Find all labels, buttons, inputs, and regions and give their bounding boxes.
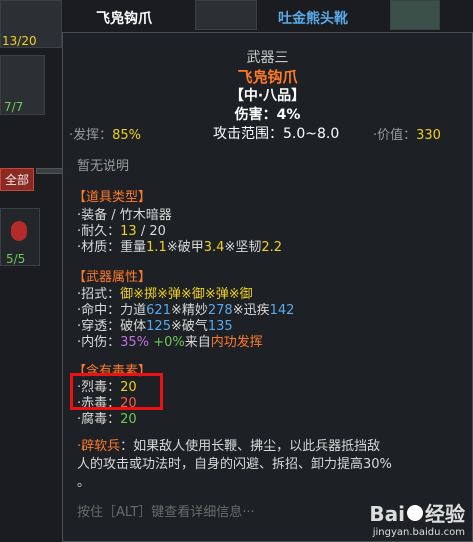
item-name: 飞凫钩爪	[237, 68, 298, 86]
watermark-brand: Bai 经验	[369, 498, 465, 527]
paw-icon	[407, 505, 423, 521]
material-weight-label: 重量	[120, 240, 147, 255]
slot-count-left: 7/7	[4, 100, 24, 114]
inner-label: ·内伤：	[77, 335, 121, 350]
item-slot-boots[interactable]	[195, 0, 257, 30]
tab-all[interactable]: 全部	[0, 168, 35, 191]
item-category: 武器三	[246, 50, 289, 66]
slot-count-bug: 5/5	[6, 252, 26, 266]
inner-source: 内功发挥	[210, 335, 263, 350]
no-description: 暂无说明	[77, 159, 130, 174]
hit-speed: 142	[269, 303, 295, 318]
inner-from: 来自	[184, 335, 211, 350]
hit-speed-label: ※迅疾	[232, 303, 270, 318]
item-slot-chest[interactable]	[390, 0, 440, 30]
desc-title: ·辟软兵	[77, 439, 121, 454]
swing-label: ·发挥：	[69, 128, 113, 143]
material-label: ·材质：	[77, 240, 121, 255]
watermark-brand-text: Bai	[369, 502, 405, 526]
inner-value: 35%	[120, 335, 150, 350]
item-damage: 伤害：4%	[234, 107, 301, 123]
item-tooltip: 武器三 飞凫钩爪 【中·八品】 伤害：4% ·发挥：85% 攻击范围：5.0~8…	[62, 32, 473, 542]
attack-range: 攻击范围：5.0~8.0	[213, 126, 340, 142]
bug-icon	[11, 221, 27, 241]
swing-value: 85%	[112, 128, 142, 143]
watermark-url: jingyan.baidu.com	[372, 527, 465, 538]
value-number: 330	[416, 128, 441, 143]
inner-bonus: +0%	[153, 335, 185, 350]
material-weight: 1.1	[146, 240, 167, 255]
section-item-type: 【道具类型】	[73, 190, 152, 205]
value-label: ·价值：	[373, 128, 417, 143]
swing-row: ·发挥：85%	[69, 124, 141, 143]
poison-row-3: ·腐毒：20	[77, 408, 137, 427]
slot-name-boots: 吐金熊头靴	[278, 11, 348, 27]
poison3-value: 20	[120, 412, 137, 427]
material-tough: 2.2	[261, 240, 283, 255]
poison3-label: ·腐毒：	[77, 412, 121, 427]
poison-highlight-box	[70, 373, 163, 410]
value-row: ·价值：330	[373, 124, 441, 143]
slot-count-hook: 13/20	[2, 34, 37, 48]
slot-name-hook: 飞凫钩爪	[96, 11, 152, 27]
baidu-watermark: Bai 经验 jingyan.baidu.com	[369, 498, 465, 538]
material-row: ·材质：重量1.1※破甲3.4※坚韧2.2	[77, 236, 282, 255]
desc-line-2: 人的攻击或功法时，自身的闪避、拆招、卸力提高30%	[77, 457, 392, 472]
alt-hint: 按住［ALT］键查看详细信息···	[77, 505, 255, 520]
material-tough-label: ※坚韧	[224, 240, 262, 255]
desc-line-1: ·辟软兵：如果敌人使用长鞭、拂尘，以此兵器抵挡敌	[77, 435, 380, 454]
material-break-label: ※破甲	[166, 240, 204, 255]
desc-line-3: 。	[77, 475, 91, 490]
inner-row: ·内伤：35% +0%来自内功发挥	[77, 331, 263, 350]
watermark-brand-suffix: 经验	[425, 502, 465, 526]
material-break: 3.4	[203, 240, 225, 255]
desc-text-1: ：如果敌人使用长鞭、拂尘，以此兵器抵挡敌	[120, 439, 381, 454]
item-grade: 【中·八品】	[229, 88, 306, 104]
